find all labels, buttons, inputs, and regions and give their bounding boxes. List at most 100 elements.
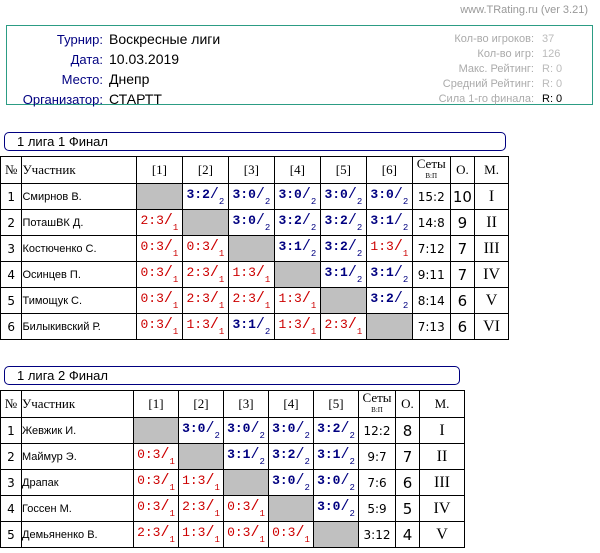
match-result-cell: 2:3/1 [178,495,224,522]
col-header-opponent: [6] [365,156,413,184]
match-result-cell: 2:3/1 [227,287,275,314]
match-score: 3:0 [370,187,394,202]
tournament-organizer: СТАРТТ [109,91,162,107]
match-result-cell: 1:3/1 [227,261,275,288]
self-match-cell [135,183,183,210]
score-divider: / [255,264,265,281]
tournament-details: Турнир: Воскресные лиги Дата: 10.03.2019 М… [11,29,220,109]
score-divider: / [301,316,311,333]
match-score: 0:3 [227,525,251,540]
score-divider: / [340,446,350,463]
score-divider: / [295,420,305,437]
score-divider: / [295,524,305,541]
match-score: 3:2 [370,291,394,306]
match-result-cell: 3:2/2 [268,443,314,470]
match-score: 3:0 [317,499,341,514]
match-result-cell: 3:2/2 [319,235,367,262]
match-score: 3:2 [324,239,348,254]
match-points: 1 [172,223,179,233]
match-result-cell: 3:2/2 [365,287,413,314]
match-points: 1 [218,327,225,337]
table-row: 3 Драпак 0:3/1 1:3/1 3:0/2 3:0/2 7:6 6 III [0,469,465,496]
match-score: 0:3 [227,499,251,514]
avg-rating: R: 0 [542,77,563,90]
match-result-cell: 3:1/2 [365,209,413,236]
match-result-cell: 3:1/2 [313,443,359,470]
players-count-label: Кол-во игроков: [454,32,534,45]
self-match-cell [178,443,224,470]
table-row: 4 Осинцев П. 0:3/1 2:3/1 1:3/1 3:1/2 3:1/2 9:11… [0,261,509,288]
row-number: 6 [0,313,23,340]
match-score: 3:0 [317,473,341,488]
match-score: 0:3 [137,447,161,462]
score-divider: / [209,186,219,203]
match-score: 3:2 [317,421,341,436]
score-divider: / [163,316,173,333]
self-match-cell [227,235,275,262]
table-row: 4 Госсен М. 0:3/1 2:3/1 0:3/1 3:0/2 5:9 5 IV [0,495,465,522]
match-result-cell: 0:3/1 [135,287,183,314]
participant-name: Демьяненко В. [21,521,134,548]
match-score: 0:3 [140,265,164,280]
match-result-cell: 3:1/2 [365,261,413,288]
match-points: 2 [349,509,355,519]
points-total: 8 [395,417,420,444]
match-result-cell: 0:3/1 [135,261,183,288]
games-count: 126 [542,47,561,60]
match-result-cell: 3:0/2 [313,495,359,522]
sets-total: 8:14 [411,287,451,314]
match-points: 2 [259,457,265,467]
score-divider: / [255,316,265,333]
points-total: 6 [449,313,476,340]
col-header-opponent: [1] [133,390,179,418]
participant-name: Костюченко С. [21,235,137,262]
match-points: 1 [259,509,265,519]
sets-total: 12:2 [358,417,396,444]
score-divider: / [393,238,403,255]
match-result-cell: 3:0/2 [223,417,269,444]
match-points: 1 [214,535,220,545]
score-divider: / [163,238,173,255]
score-divider: / [160,498,170,515]
tournament-date: 10.03.2019 [109,51,180,67]
match-score: 0:3 [140,317,164,332]
points-total: 6 [395,469,420,496]
score-divider: / [347,212,357,229]
participant-name: ПоташВК Д. [21,209,137,236]
match-score: 3:1 [227,447,251,462]
score-divider: / [160,524,170,541]
sets-label: Сеты [416,156,446,171]
match-result-cell: 0:3/1 [133,443,179,470]
final-strength: R: 0 [542,92,563,105]
sets-total: 15:2 [411,183,451,210]
match-points: 1 [218,249,225,259]
match-result-cell: 2:3/1 [181,287,229,314]
match-result-cell: 3:2/2 [313,417,359,444]
col-header-opponent: [5] [319,156,367,184]
participant-name: Билыкивский Р. [21,313,137,340]
points-total: 10 [449,183,476,210]
table-row: 5 Тимощук С. 0:3/1 2:3/1 2:3/1 1:3/1 3:2/2 8:14… [0,287,509,314]
match-points: 1 [310,327,317,337]
match-score: 3:1 [370,213,394,228]
match-result-cell: 3:0/2 [268,417,314,444]
match-result-cell: 3:0/2 [227,209,275,236]
tournament-stats: Кол-во игроков: 37 Кол-во игр: 126 Макс. Р… [439,31,576,106]
max-rating-label: Макс. Рейтинг: [458,62,534,75]
site-credit: www.TRating.ru (ver 3.21) [460,4,588,16]
match-points: 2 [304,457,310,467]
match-score: 1:3 [278,317,302,332]
score-divider: / [347,186,357,203]
table-row: 3 Костюченко С. 0:3/1 0:3/1 3:1/2 3:2/2 1:3/1 7… [0,235,509,262]
col-header-opponent: [3] [227,156,275,184]
final-place: IV [419,495,465,522]
score-divider: / [255,186,265,203]
match-result-cell: 3:0/2 [227,183,275,210]
match-points: 1 [172,301,179,311]
score-divider: / [295,472,305,489]
sets-total: 9:11 [411,261,451,288]
match-result-cell: 3:0/2 [319,183,367,210]
score-divider: / [347,238,357,255]
organizer-label: Организатор: [22,91,103,107]
date-label: Дата: [70,51,103,67]
